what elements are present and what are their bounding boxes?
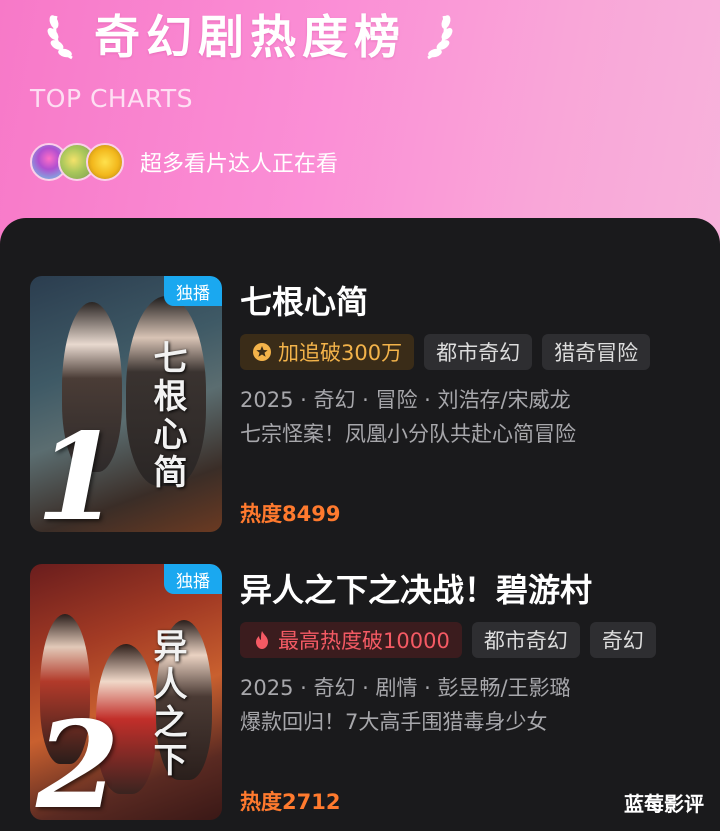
avatar [86,143,124,181]
star-coin-icon [253,343,271,361]
show-title[interactable]: 七根心简 [240,280,710,324]
page-title: 奇幻剧热度榜 [94,10,406,64]
heat-score: 热度2712 [240,790,341,814]
tag-list: 最高热度破10000 都市奇幻 奇幻 [240,622,710,660]
watchers-row[interactable]: 超多看片达人正在看 [30,140,338,184]
flame-icon [256,631,268,649]
heat-score: 热度8499 [240,502,341,526]
ranking-panel: 七根心简 独播 1 七根心简 加追破300万 都市奇幻 猎奇冒险 2025 · … [0,218,720,831]
laurel-left-icon [47,15,73,60]
poster-title: 七根心简 [147,340,187,492]
genre-tag[interactable]: 都市奇幻 [424,334,533,370]
genre-tag[interactable]: 奇幻 [589,622,656,658]
ranking-item[interactable]: 七根心简 独播 1 七根心简 加追破300万 都市奇幻 猎奇冒险 2025 · … [30,276,720,536]
subtitle: TOP CHARTS [30,84,194,113]
hot-tag-label: 最高热度破10000 [278,629,450,653]
watermark: 蓝莓影评 [624,792,704,816]
show-description: 爆款回归！7大高手围猎毒身少女 [240,710,548,734]
show-meta: 2025 · 奇幻 · 冒险 · 刘浩存/宋威龙 [240,388,571,412]
rank-number: 1 [36,407,120,533]
laurel-right-icon [427,15,453,60]
rank-number: 2 [36,695,120,821]
exclusive-badge: 独播 [164,564,222,594]
poster[interactable]: 七根心简 独播 1 [30,276,222,532]
title-row: 奇幻剧热度榜 [44,4,456,64]
poster[interactable]: 异人之下 独播 2 [30,564,222,820]
exclusive-badge: 独播 [164,276,222,306]
ranking-item[interactable]: 异人之下 独播 2 异人之下之决战！碧游村 最高热度破10000 都市奇幻 奇幻… [30,564,720,824]
item-info: 七根心简 加追破300万 都市奇幻 猎奇冒险 2025 · 奇幻 · 冒险 · … [240,276,710,526]
show-description: 七宗怪案！凤凰小分队共赴心简冒险 [240,422,576,446]
tag-list: 加追破300万 都市奇幻 猎奇冒险 [240,334,710,372]
watchers-text: 超多看片达人正在看 [140,152,339,177]
genre-tag[interactable]: 都市奇幻 [471,622,580,658]
poster-title: 异人之下 [147,628,187,780]
hot-tag-label: 加追破300万 [278,341,403,365]
genre-tag[interactable]: 猎奇冒险 [542,334,651,370]
hot-tag: 加追破300万 [240,334,415,370]
show-title[interactable]: 异人之下之决战！碧游村 [240,568,710,612]
item-info: 异人之下之决战！碧游村 最高热度破10000 都市奇幻 奇幻 2025 · 奇幻… [240,564,710,814]
show-meta: 2025 · 奇幻 · 剧情 · 彭昱畅/王影璐 [240,676,571,700]
hot-tag: 最高热度破10000 [240,622,462,658]
